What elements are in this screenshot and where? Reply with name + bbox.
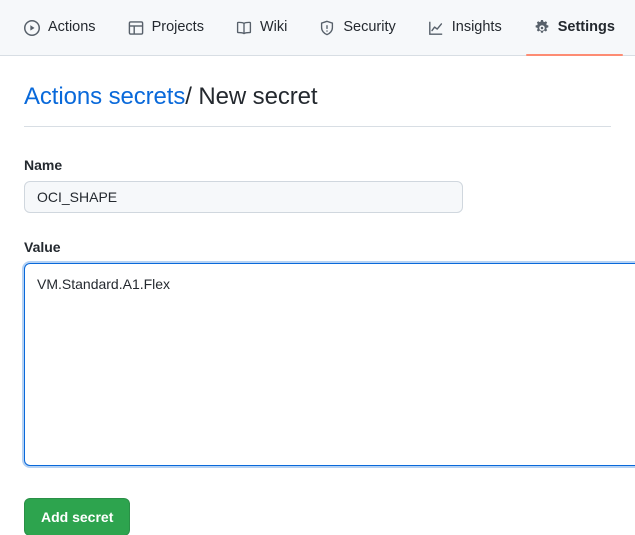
nav-tab-security[interactable]: Security	[303, 0, 411, 56]
tab-underline	[311, 54, 403, 56]
add-secret-button[interactable]: Add secret	[24, 498, 131, 535]
secret-value-textarea[interactable]	[24, 263, 635, 466]
book-icon	[236, 20, 252, 36]
play-circle-icon	[24, 19, 40, 36]
nav-tab-projects[interactable]: Projects	[112, 0, 220, 56]
repo-nav: Actions Projects Wiki Security Insights …	[0, 0, 635, 56]
nav-tab-insights[interactable]: Insights	[412, 0, 518, 56]
nav-tab-label: Security	[343, 19, 396, 36]
graph-icon	[428, 20, 444, 36]
tab-underline	[120, 54, 212, 56]
value-field-label: Value	[24, 239, 61, 255]
nav-tab-label: Wiki	[259, 19, 288, 36]
name-field-label: Name	[24, 157, 63, 173]
table-icon	[128, 20, 144, 36]
form-actions: Add secret	[24, 498, 611, 535]
value-field-group: Value	[24, 239, 635, 466]
breadcrumb-actions-secrets-link[interactable]: Actions secrets	[24, 83, 185, 110]
secret-name-input[interactable]	[24, 181, 463, 213]
breadcrumb-current: New secret	[198, 83, 318, 110]
shield-icon	[319, 20, 335, 36]
nav-tab-label: Insights	[451, 19, 502, 36]
tab-underline	[16, 54, 104, 56]
nav-tab-label: Actions	[48, 19, 96, 36]
main-content: Actions secrets/ New secret Name Value A…	[0, 56, 635, 535]
nav-tab-wiki[interactable]: Wiki	[220, 0, 303, 56]
page-head: Actions secrets/ New secret	[24, 56, 611, 127]
nav-tab-label: Projects	[151, 19, 204, 36]
new-secret-form: Name Value Add secret	[24, 135, 635, 535]
breadcrumb: Actions secrets/ New secret	[24, 82, 611, 112]
nav-tab-actions[interactable]: Actions	[8, 0, 112, 56]
header-divider	[24, 126, 611, 127]
tab-underline	[228, 54, 295, 56]
gear-icon	[534, 19, 550, 36]
tab-underline	[525, 53, 623, 56]
breadcrumb-separator: /	[185, 83, 192, 110]
tab-underline	[420, 54, 510, 56]
nav-tab-settings[interactable]: Settings	[518, 0, 631, 56]
nav-tab-label: Settings	[557, 19, 615, 36]
